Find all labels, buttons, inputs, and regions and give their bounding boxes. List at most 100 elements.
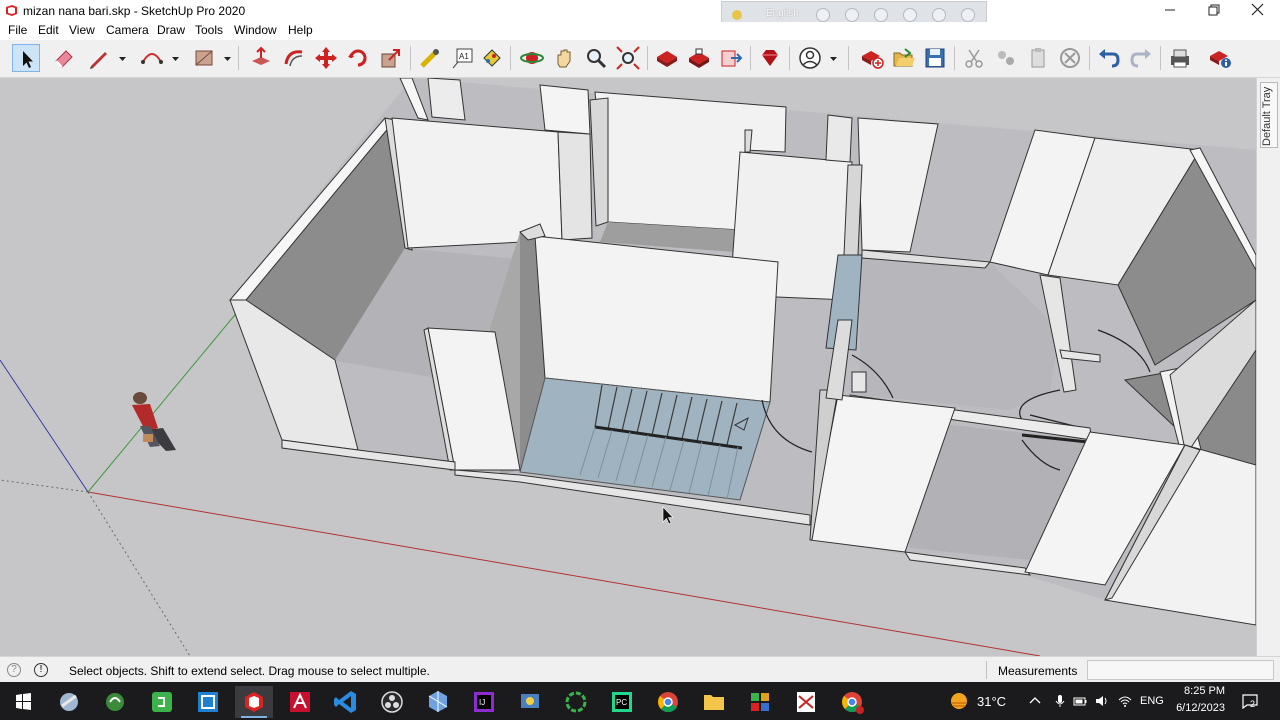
open-model-button[interactable] xyxy=(890,44,918,72)
orbit-icon xyxy=(520,52,544,64)
paint-bucket-tool-button[interactable] xyxy=(477,44,505,72)
taskbar-app-recorder[interactable] xyxy=(557,686,595,718)
zoom-extents-tool-button[interactable] xyxy=(614,44,642,72)
restore-button[interactable] xyxy=(1192,0,1236,22)
menu-view[interactable]: View xyxy=(69,23,95,37)
taskbar-app-chrome[interactable] xyxy=(649,686,687,718)
default-tray-tab[interactable]: Default Tray xyxy=(1256,78,1280,656)
taskbar-app-explorer[interactable] xyxy=(695,686,733,718)
menu-window[interactable]: Window xyxy=(234,23,277,37)
clock-time[interactable]: 8:25 PM xyxy=(1179,685,1225,697)
taskbar-app-chrome-profile[interactable] xyxy=(833,686,871,718)
taskbar-app-globe[interactable] xyxy=(50,686,88,718)
chevron-down-icon[interactable] xyxy=(223,54,232,63)
notification-count: 2 xyxy=(1250,699,1256,709)
copy-icon xyxy=(998,51,1014,65)
eraser-tool-button[interactable] xyxy=(50,44,78,72)
taskbar-app-tiles[interactable] xyxy=(741,686,779,718)
scale-tool-button[interactable] xyxy=(377,44,405,72)
taskbar-app-vscode[interactable] xyxy=(327,686,365,718)
pan-tool-button[interactable] xyxy=(550,44,578,72)
menu-file[interactable]: File xyxy=(8,23,27,37)
chevron-down-icon[interactable] xyxy=(171,54,180,63)
pen-icon[interactable] xyxy=(845,8,859,22)
rotate-tool-button[interactable] xyxy=(344,44,372,72)
refresh-icon[interactable] xyxy=(903,8,917,22)
start-button[interactable] xyxy=(4,686,42,718)
taskbar-app-pycharm[interactable]: PC xyxy=(603,686,641,718)
paste-button[interactable] xyxy=(1024,44,1052,72)
svg-text:A1: A1 xyxy=(459,52,469,61)
chevron-down-icon[interactable] xyxy=(118,54,127,63)
speaker-icon[interactable] xyxy=(1095,694,1109,708)
keyboard-icon[interactable] xyxy=(816,8,830,22)
taskbar-app-autocad[interactable] xyxy=(281,686,319,718)
move-tool-button[interactable] xyxy=(312,44,340,72)
menu-edit[interactable]: Edit xyxy=(38,23,59,37)
settings-icon[interactable] xyxy=(874,8,888,22)
line-tool-button[interactable] xyxy=(85,44,113,72)
weather-temperature[interactable]: 31°C xyxy=(977,694,1006,709)
send-to-layout-button[interactable] xyxy=(717,44,745,72)
select-tool-button[interactable] xyxy=(12,44,40,72)
text-tool-button[interactable]: A1 xyxy=(449,44,477,72)
weather-sun-icon[interactable] xyxy=(948,690,970,712)
measurements-input[interactable] xyxy=(1087,660,1274,680)
geo-location-icon[interactable]: ? xyxy=(7,663,21,677)
save-model-button[interactable] xyxy=(921,44,949,72)
menu-bar: File Edit View Camera Draw Tools Window … xyxy=(0,22,1280,40)
3d-warehouse-button[interactable] xyxy=(653,44,681,72)
tray-label[interactable]: Default Tray xyxy=(1261,87,1273,146)
taskbar-app-sketchup[interactable] xyxy=(235,686,273,718)
taskbar-app-media[interactable] xyxy=(511,686,549,718)
redo-button[interactable] xyxy=(1127,44,1155,72)
arc-tool-button[interactable] xyxy=(138,44,166,72)
help-icon[interactable] xyxy=(932,8,946,22)
new-model-button[interactable] xyxy=(858,44,886,72)
menu-help[interactable]: Help xyxy=(288,23,313,37)
taskbar-app-3d[interactable] xyxy=(419,686,457,718)
menu-draw[interactable]: Draw xyxy=(157,23,185,37)
info-icon[interactable] xyxy=(961,8,975,22)
obs-studio-icon xyxy=(381,691,403,713)
menu-tools[interactable]: Tools xyxy=(195,23,223,37)
language-label[interactable]: English xyxy=(766,8,799,19)
push-pull-tool-button[interactable] xyxy=(247,44,275,72)
zoom-tool-button[interactable] xyxy=(582,44,610,72)
model-info-button[interactable] xyxy=(1206,44,1234,72)
taskbar-app-camtasia[interactable] xyxy=(143,686,181,718)
menu-camera[interactable]: Camera xyxy=(106,23,149,37)
close-button[interactable] xyxy=(1236,0,1280,22)
minimize-button[interactable] xyxy=(1148,0,1192,22)
microphone-icon[interactable] xyxy=(1053,694,1067,708)
3d-model-scene[interactable] xyxy=(0,78,1256,656)
orbit-tool-button[interactable] xyxy=(518,44,546,72)
taskbar-app-obs[interactable] xyxy=(373,686,411,718)
wifi-icon[interactable] xyxy=(1118,694,1132,708)
modeling-viewport[interactable] xyxy=(0,78,1256,656)
chevron-up-icon[interactable] xyxy=(1028,694,1042,708)
extension-warehouse-button[interactable] xyxy=(685,44,713,72)
info-icon[interactable]: ! xyxy=(34,663,48,677)
cut-button[interactable] xyxy=(960,44,988,72)
clock-date[interactable]: 6/12/2023 xyxy=(1174,702,1225,714)
erase-button[interactable] xyxy=(1056,44,1084,72)
tape-measure-tool-button[interactable] xyxy=(416,44,444,72)
offset-tool-button[interactable] xyxy=(280,44,308,72)
paint-bucket-icon xyxy=(483,49,501,67)
account-button[interactable] xyxy=(796,44,824,72)
rectangle-tool-button[interactable] xyxy=(190,44,218,72)
input-language-indicator[interactable]: ENG xyxy=(1140,695,1164,707)
taskbar-app-dictionary[interactable] xyxy=(189,686,227,718)
print-button[interactable] xyxy=(1166,44,1194,72)
taskbar-app-cleaner[interactable] xyxy=(96,686,134,718)
chrome-profile-icon xyxy=(842,692,864,714)
taskbar-app-winrar[interactable] xyxy=(787,686,825,718)
undo-button[interactable] xyxy=(1095,44,1123,72)
battery-icon[interactable] xyxy=(1073,694,1087,708)
toolbar: A1 xyxy=(0,40,1280,78)
taskbar-app-intellij[interactable]: IJ xyxy=(465,686,503,718)
copy-button[interactable] xyxy=(992,44,1020,72)
chevron-down-icon[interactable] xyxy=(829,54,838,63)
extension-manager-button[interactable] xyxy=(756,44,784,72)
